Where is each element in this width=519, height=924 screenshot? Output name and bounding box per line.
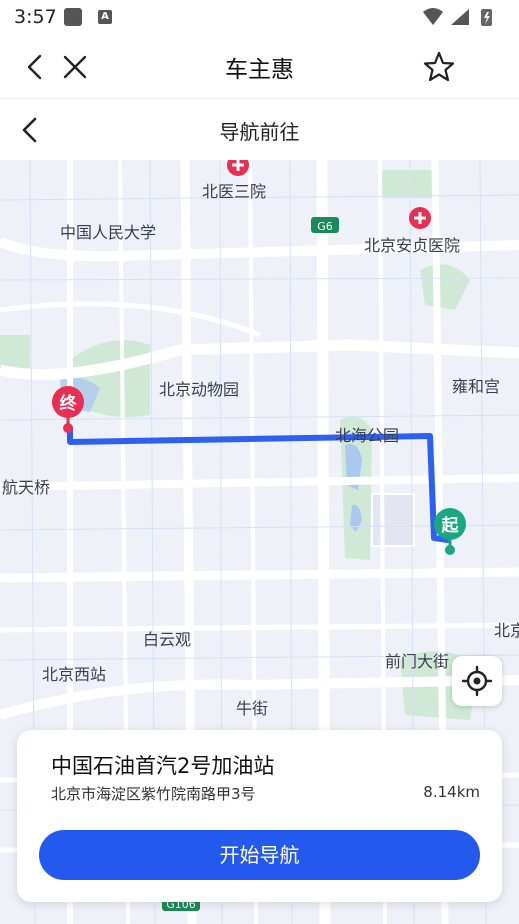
locate-icon bbox=[461, 665, 493, 697]
map-block bbox=[371, 493, 415, 547]
hospital-icon bbox=[409, 207, 431, 229]
destination-card: 中国石油首汽2号加油站 北京市海淀区紫竹院南路甲3号 8.14km 开始导航 bbox=[17, 730, 502, 902]
start-marker-label: 起 bbox=[441, 515, 460, 536]
map-label: 中国人民大学 bbox=[60, 223, 156, 242]
notification-icon bbox=[64, 8, 82, 26]
map-label: 前门大街 bbox=[385, 652, 449, 671]
wifi-icon bbox=[423, 8, 443, 25]
signal-icon bbox=[451, 9, 469, 25]
map-label: 牛街 bbox=[236, 699, 268, 718]
end-marker[interactable]: 终 bbox=[52, 386, 84, 433]
destination-address: 北京市海淀区紫竹院南路甲3号 bbox=[51, 785, 256, 803]
status-time: 3:57 bbox=[14, 6, 57, 28]
start-navigation-button[interactable]: 开始导航 bbox=[39, 830, 480, 880]
map-label: 北海公园 bbox=[335, 426, 399, 445]
map-label: 北京安贞医院 bbox=[364, 236, 460, 255]
star-icon[interactable] bbox=[422, 50, 456, 84]
end-marker-label: 终 bbox=[60, 393, 78, 414]
highway-shield-g6: G6 bbox=[311, 217, 339, 233]
status-bar: 3:57 A bbox=[0, 0, 519, 36]
hospital-icon bbox=[227, 160, 249, 176]
system-status-icons bbox=[423, 8, 492, 26]
map-label: 白云观 bbox=[143, 630, 191, 649]
map-label: 航天桥 bbox=[2, 478, 50, 497]
navigation-title: 导航前往 bbox=[219, 120, 300, 144]
svg-text:G6: G6 bbox=[317, 220, 333, 233]
map-label: 雍和宫 bbox=[452, 377, 500, 396]
map-label: 北京 bbox=[494, 621, 519, 640]
destination-distance: 8.14km bbox=[423, 783, 480, 801]
destination-name: 中国石油首汽2号加油站 bbox=[51, 754, 275, 778]
locate-button[interactable] bbox=[452, 656, 502, 706]
map-label: 北京西站 bbox=[42, 665, 106, 684]
navigation-header: 导航前往 bbox=[0, 99, 519, 160]
map-label: 北医三院 bbox=[202, 182, 266, 201]
app-bar: 车主惠 bbox=[0, 36, 519, 99]
map-label: 北京动物园 bbox=[159, 380, 239, 399]
keyboard-a-icon: A bbox=[98, 10, 112, 24]
